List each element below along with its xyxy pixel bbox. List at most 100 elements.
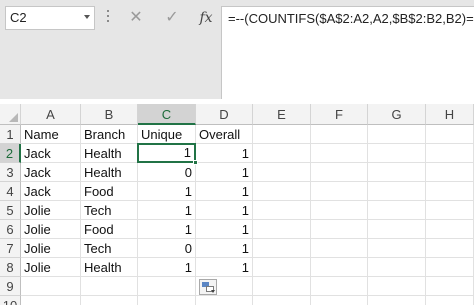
cell-a3[interactable]: Jack [21,163,81,182]
cell-g3[interactable] [368,163,426,182]
cell-d2[interactable]: 1 [196,144,253,163]
cell-g5[interactable] [368,201,426,220]
row-header-9[interactable]: 9 [0,277,21,296]
fill-handle[interactable] [193,160,198,165]
chevron-down-icon[interactable] [84,15,90,19]
cell-g10[interactable] [368,296,426,305]
select-all-button[interactable] [0,104,21,125]
column-header-d[interactable]: D [196,104,253,125]
cell-f5[interactable] [311,201,368,220]
cell-d7[interactable]: 1 [196,239,253,258]
cell-b6[interactable]: Food [81,220,138,239]
insert-function-button[interactable]: fx [194,6,218,30]
cell-h6[interactable] [426,220,474,239]
cell-e7[interactable] [253,239,311,258]
cell-g7[interactable] [368,239,426,258]
cell-d1[interactable]: Overall [196,125,253,144]
name-box[interactable]: C2 [5,6,95,30]
cell-f4[interactable] [311,182,368,201]
cell-a7[interactable]: Jolie [21,239,81,258]
cell-f10[interactable] [311,296,368,305]
cell-e10[interactable] [253,296,311,305]
cell-g6[interactable] [368,220,426,239]
column-header-a[interactable]: A [21,104,81,125]
cell-g8[interactable] [368,258,426,277]
cell-e3[interactable] [253,163,311,182]
cell-e6[interactable] [253,220,311,239]
cell-c4[interactable]: 1 [138,182,196,201]
quick-analysis-icon[interactable] [199,279,217,295]
row-header-1[interactable]: 1 [0,125,21,144]
cell-b3[interactable]: Health [81,163,138,182]
cell-c5[interactable]: 1 [138,201,196,220]
cell-a8[interactable]: Jolie [21,258,81,277]
cell-b2[interactable]: Health [81,144,138,163]
cell-g9[interactable] [368,277,426,296]
cell-h9[interactable] [426,277,474,296]
cell-e4[interactable] [253,182,311,201]
cell-c3[interactable]: 0 [138,163,196,182]
cell-b4[interactable]: Food [81,182,138,201]
cell-e5[interactable] [253,201,311,220]
column-header-e[interactable]: E [253,104,311,125]
cell-c8[interactable]: 1 [138,258,196,277]
row-header-10[interactable]: 10 [0,296,21,305]
cell-g2[interactable] [368,144,426,163]
cell-h1[interactable] [426,125,474,144]
row-header-5[interactable]: 5 [0,201,21,220]
cell-g1[interactable] [368,125,426,144]
column-header-f[interactable]: F [311,104,368,125]
cell-e9[interactable] [253,277,311,296]
cell-f6[interactable] [311,220,368,239]
column-header-c[interactable]: C [138,104,196,125]
cell-d6[interactable]: 1 [196,220,253,239]
cell-h3[interactable] [426,163,474,182]
cell-b10[interactable] [81,296,138,305]
row-header-3[interactable]: 3 [0,163,21,182]
cell-a4[interactable]: Jack [21,182,81,201]
cell-c10[interactable] [138,296,196,305]
cell-f3[interactable] [311,163,368,182]
check-icon[interactable]: ✓ [158,6,186,30]
cell-h7[interactable] [426,239,474,258]
row-header-8[interactable]: 8 [0,258,21,277]
cell-b9[interactable] [81,277,138,296]
cell-b5[interactable]: Tech [81,201,138,220]
cell-f7[interactable] [311,239,368,258]
cell-h4[interactable] [426,182,474,201]
column-header-g[interactable]: G [368,104,426,125]
column-header-b[interactable]: B [81,104,138,125]
cell-c2[interactable]: 1 [137,143,196,163]
cell-a2[interactable]: Jack [21,144,81,163]
cell-b7[interactable]: Tech [81,239,138,258]
row-header-7[interactable]: 7 [0,239,21,258]
cell-e8[interactable] [253,258,311,277]
cell-a5[interactable]: Jolie [21,201,81,220]
row-header-4[interactable]: 4 [0,182,21,201]
cell-a10[interactable] [21,296,81,305]
cell-h10[interactable] [426,296,474,305]
cell-h5[interactable] [426,201,474,220]
cell-e2[interactable] [253,144,311,163]
cell-a6[interactable]: Jolie [21,220,81,239]
cell-d5[interactable]: 1 [196,201,253,220]
cell-b1[interactable]: Branch [81,125,138,144]
cell-e1[interactable] [253,125,311,144]
cell-h8[interactable] [426,258,474,277]
cell-d3[interactable]: 1 [196,163,253,182]
cell-g4[interactable] [368,182,426,201]
cell-c6[interactable]: 1 [138,220,196,239]
cell-c1[interactable]: Unique [138,125,196,144]
column-header-h[interactable]: H [426,104,474,125]
cell-f8[interactable] [311,258,368,277]
cell-h2[interactable] [426,144,474,163]
cell-c7[interactable]: 0 [138,239,196,258]
row-header-2[interactable]: 2 [0,144,21,163]
cell-f9[interactable] [311,277,368,296]
cell-d8[interactable]: 1 [196,258,253,277]
cell-f2[interactable] [311,144,368,163]
x-icon[interactable]: ✕ [122,6,150,30]
cell-d10[interactable] [196,296,253,305]
row-header-6[interactable]: 6 [0,220,21,239]
cell-a9[interactable] [21,277,81,296]
